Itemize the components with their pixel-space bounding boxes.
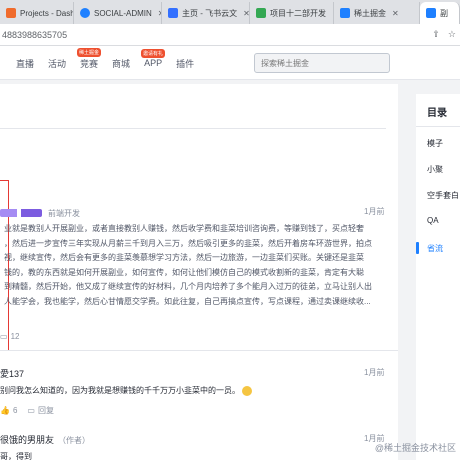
tab-favicon-icon	[168, 8, 178, 18]
browser-tab-active[interactable]: 副	[420, 2, 460, 24]
nav-item-events[interactable]: 活动	[48, 57, 66, 70]
tab-label: 主页 - 飞书云文	[182, 8, 238, 18]
comment-time: 1月前	[364, 368, 385, 377]
nav-badge: 稀土掘金	[77, 47, 102, 57]
comment-author[interactable]: 愛137	[0, 367, 24, 380]
nav-badge: 邀请有礼	[141, 49, 166, 58]
browser-tab[interactable]: Projects - Dash	[0, 2, 74, 24]
toc-item[interactable]: 模子	[427, 138, 443, 149]
tab-favicon-icon	[426, 8, 436, 18]
article-tag[interactable]: 前端开发	[48, 208, 80, 219]
article-line: 人能学会，我也能学，然后心甘情愿交学费。如此往复，自己再搞点宣传，写点课程，通过…	[4, 296, 371, 306]
tab-label: 稀土掘金	[354, 8, 386, 18]
nav-item-contest[interactable]: 稀土掘金 竞赛	[77, 47, 102, 70]
browser-tab-strip: Projects - Dash SOCIAL-ADMIN ✕ 主页 - 飞书云文…	[0, 0, 460, 24]
emoji-icon	[242, 385, 252, 396]
browser-tab[interactable]: 稀土掘金 ✕	[334, 2, 420, 24]
search-input[interactable]	[254, 53, 390, 73]
browser-tab[interactable]: 项目十二部开发 ✕	[250, 2, 334, 24]
toc-item-active[interactable]: 省流	[427, 243, 443, 254]
tab-label: Projects - Dash	[20, 8, 74, 18]
tab-favicon-icon	[80, 8, 90, 18]
tab-label: 项目十二部开发	[270, 8, 326, 18]
comment-count-button[interactable]: ▭ 12	[0, 332, 19, 341]
watermark: @稀土掘金技术社区	[374, 443, 456, 453]
reply-icon: ▭	[27, 406, 35, 415]
article-line: ，然后进一步宣传三年实现从月薪三千到月入三万，然后吸引更多的韭菜，然后开着房车环…	[4, 238, 372, 248]
author-role: （作者）	[58, 436, 91, 445]
article-body: 业就是教别人开展副业，或者直接教别人赚钱，然后收学费和韭菜培训咨询费，等赚到钱了…	[4, 222, 388, 309]
article-line: 业就是教别人开展副业，或者直接教别人赚钱，然后收学费和韭菜培训咨询费，等赚到钱了…	[4, 224, 364, 233]
close-icon[interactable]: ✕	[392, 9, 399, 18]
nav-item-app[interactable]: 邀请有礼 APP	[141, 49, 166, 68]
article-meta: 前端开发	[0, 206, 80, 220]
reply-button[interactable]: ▭ 回复	[27, 405, 54, 416]
browser-tab[interactable]: SOCIAL-ADMIN ✕	[74, 2, 162, 24]
address-bar-icons: ⇪ ☆	[432, 29, 456, 40]
toc-item[interactable]: 小聚	[427, 164, 443, 175]
site-header: 直播 活动 稀土掘金 竞赛 商城 邀请有礼 APP 插件	[0, 46, 460, 80]
nav-item-live[interactable]: 直播	[16, 57, 34, 70]
comment-text: 哥，得到	[0, 452, 32, 460]
nav-item-plugins[interactable]: 插件	[176, 57, 194, 70]
toc-title: 目录	[427, 108, 447, 119]
tab-favicon-icon	[6, 8, 16, 18]
thumb-up-icon: 👍	[0, 406, 10, 415]
article-time: 1月前	[364, 207, 385, 216]
main-nav: 直播 活动 稀土掘金 竞赛 商城 邀请有礼 APP 插件	[0, 46, 194, 80]
divider	[0, 128, 386, 129]
share-icon[interactable]: ⇪	[432, 29, 440, 40]
comments-section: 愛137 1月前 别问我怎么知道的，因为我就是想赚钱的千千万万小韭菜中的一员。 …	[0, 350, 398, 460]
toc-active-indicator	[416, 242, 419, 254]
tab-favicon-icon	[340, 8, 350, 18]
table-of-contents: 目录 模子 小聚 空手套白 QA 省流	[416, 94, 460, 460]
tab-label: 副	[440, 8, 448, 18]
comment-icon: ▭	[0, 332, 8, 341]
address-bar[interactable]: 4883988635705 ⇪ ☆	[0, 24, 460, 46]
browser-tab[interactable]: 主页 - 飞书云文 ✕	[162, 2, 250, 24]
tab-label: SOCIAL-ADMIN	[94, 8, 152, 18]
toc-item[interactable]: QA	[427, 216, 439, 225]
author-badges-icon	[0, 209, 42, 217]
article-line: 到精髓，然后开始，他又成了继续宣传的好材料，几个月内培养了多个能月入过万的徒弟，…	[4, 282, 372, 291]
article-line: 视，继续宣传，然后会有更多的韭菜羡慕想学习方法，然后一边旅游，一边韭菜们买账。关…	[4, 253, 364, 262]
url-text: 4883988635705	[2, 29, 68, 40]
tab-favicon-icon	[256, 8, 266, 18]
comment-author[interactable]: 很饿的男朋友 （作者）	[0, 433, 90, 446]
comment-actions: 👍 6 ▭ 回复	[0, 405, 54, 416]
toc-item[interactable]: 空手套白	[427, 190, 459, 201]
comment-count: 12	[10, 332, 20, 341]
comment-text: 别问我怎么知道的，因为我就是想赚钱的千千万万小韭菜中的一员。	[0, 385, 252, 396]
bookmark-star-icon[interactable]: ☆	[448, 29, 456, 40]
article-line: 钱的，教的东西就是如何开展副业，如何宣传，如何让他们模仿自己的模式收割新的韭菜，…	[4, 267, 364, 277]
nav-item-shop[interactable]: 商城	[112, 57, 130, 70]
close-icon[interactable]: ✕	[243, 9, 249, 18]
like-button[interactable]: 👍 6	[0, 405, 17, 416]
divider	[416, 126, 460, 127]
